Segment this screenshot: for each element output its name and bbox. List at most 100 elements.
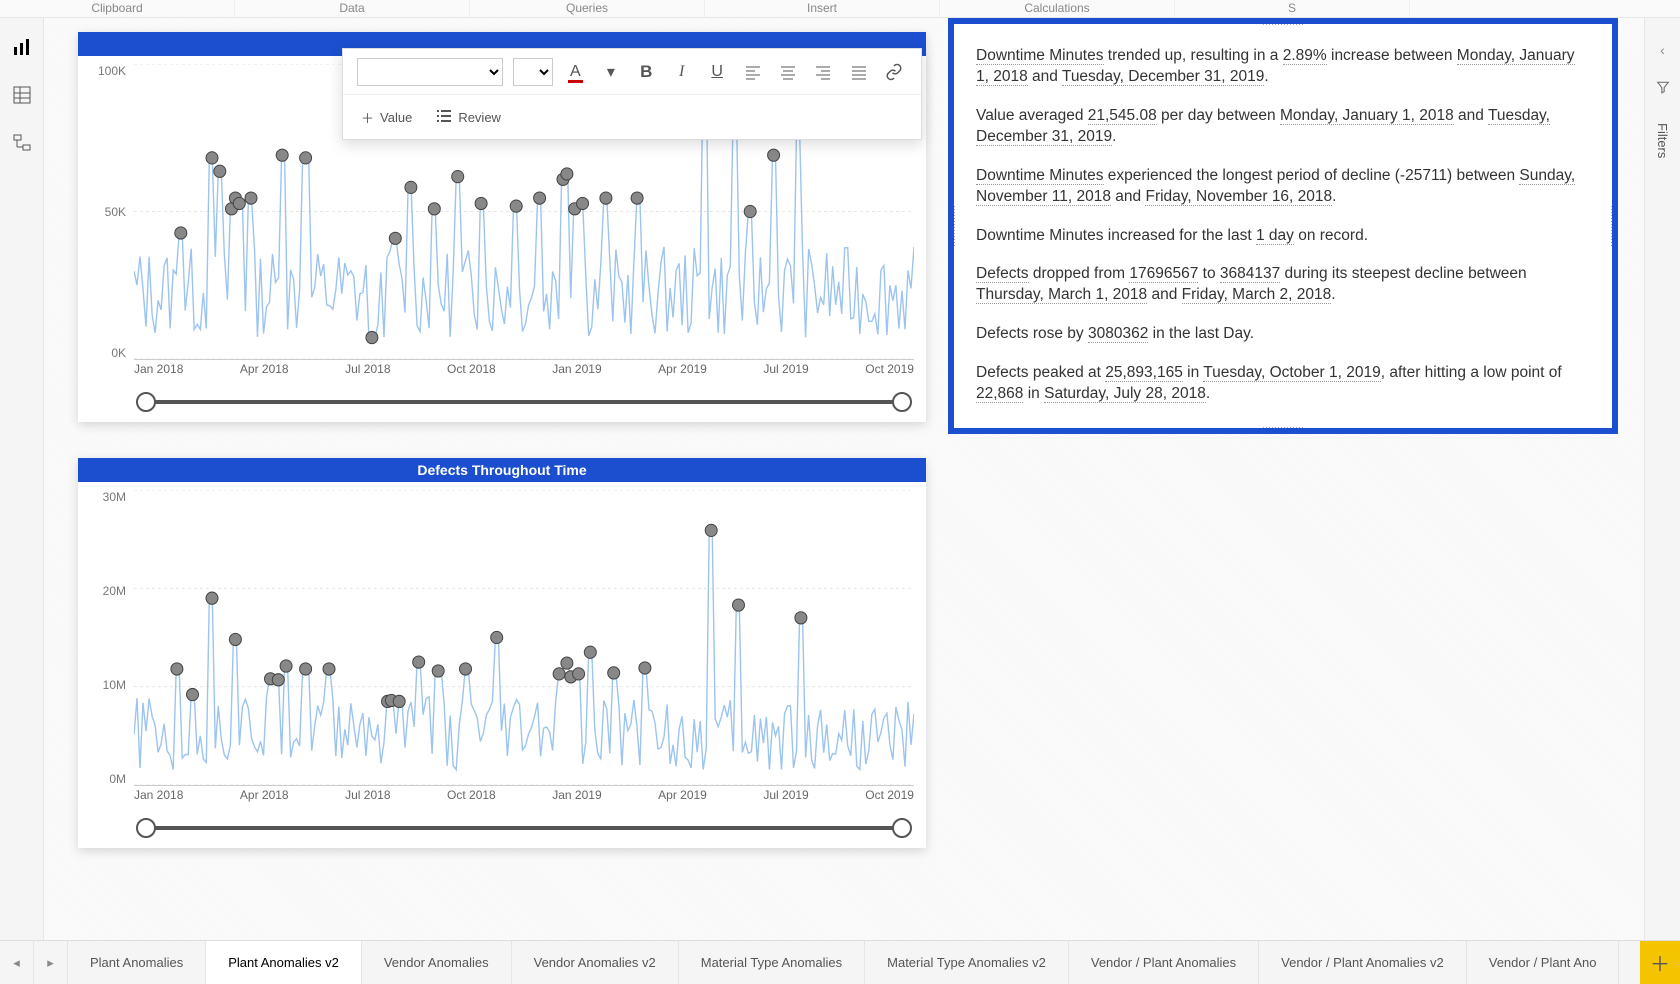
anomaly-marker[interactable] bbox=[272, 674, 284, 686]
x-tick-label: Jan 2018 bbox=[134, 362, 183, 382]
resize-handle-top[interactable] bbox=[1263, 22, 1303, 25]
anomaly-marker[interactable] bbox=[175, 227, 187, 239]
anomaly-marker[interactable] bbox=[405, 181, 417, 193]
page-tab[interactable]: Material Type Anomalies bbox=[679, 941, 865, 984]
range-thumb-start[interactable] bbox=[136, 818, 156, 838]
bold-button[interactable]: B bbox=[634, 58, 659, 86]
review-button[interactable]: Review bbox=[436, 109, 501, 126]
filters-pane-icon[interactable] bbox=[1656, 80, 1670, 97]
time-range-slider[interactable] bbox=[134, 390, 914, 414]
anomaly-marker[interactable] bbox=[534, 192, 546, 204]
anomaly-marker[interactable] bbox=[171, 663, 183, 675]
plot-area[interactable] bbox=[134, 490, 914, 786]
anomaly-marker[interactable] bbox=[323, 663, 335, 675]
narrative-line[interactable]: Downtime Minutes experienced the longest… bbox=[976, 166, 1590, 208]
align-center-button[interactable] bbox=[775, 58, 800, 86]
tab-scroll-right[interactable]: ▸ bbox=[34, 941, 68, 984]
add-page-button[interactable]: ＋ bbox=[1640, 941, 1680, 984]
anomaly-marker[interactable] bbox=[639, 662, 651, 674]
add-value-button[interactable]: ＋Value bbox=[361, 108, 412, 127]
anomaly-marker[interactable] bbox=[214, 165, 226, 177]
page-tab[interactable]: Plant Anomalies v2 bbox=[206, 941, 362, 984]
anomaly-marker[interactable] bbox=[584, 646, 596, 658]
anomaly-marker[interactable] bbox=[795, 612, 807, 624]
align-right-button[interactable] bbox=[811, 58, 836, 86]
anomaly-marker[interactable] bbox=[233, 197, 245, 209]
anomaly-marker[interactable] bbox=[300, 663, 312, 675]
anomaly-marker[interactable] bbox=[276, 149, 288, 161]
anomaly-marker[interactable] bbox=[280, 660, 292, 672]
font-size-select[interactable] bbox=[513, 58, 553, 86]
anomaly-marker[interactable] bbox=[631, 192, 643, 204]
font-color-button[interactable]: A bbox=[563, 58, 588, 86]
anomaly-marker[interactable] bbox=[561, 657, 573, 669]
page-tab[interactable]: Vendor / Plant Ano bbox=[1467, 941, 1620, 984]
anomaly-marker[interactable] bbox=[413, 656, 425, 668]
smart-narrative-visual[interactable]: Downtime Minutes trended up, resulting i… bbox=[948, 18, 1618, 434]
align-justify-button[interactable] bbox=[846, 58, 871, 86]
anomaly-marker[interactable] bbox=[460, 663, 472, 675]
anomaly-marker[interactable] bbox=[608, 667, 620, 679]
report-canvas[interactable]: 100K50K0K Jan 2018Apr 2018Jul 2018Oct 20… bbox=[44, 18, 1644, 940]
anomaly-marker[interactable] bbox=[206, 152, 218, 164]
page-tab[interactable]: Vendor Anomalies bbox=[362, 941, 512, 984]
model-view-icon[interactable] bbox=[11, 132, 33, 154]
page-tab[interactable]: Vendor Anomalies v2 bbox=[512, 941, 679, 984]
anomaly-marker[interactable] bbox=[573, 668, 585, 680]
anomaly-marker[interactable] bbox=[561, 168, 573, 180]
font-family-select[interactable] bbox=[357, 58, 503, 86]
range-thumb-start[interactable] bbox=[136, 392, 156, 412]
anomaly-marker[interactable] bbox=[389, 232, 401, 244]
narrative-line[interactable]: Defects peaked at 25,893,165 in Tuesday,… bbox=[976, 363, 1590, 405]
anomaly-marker[interactable] bbox=[744, 205, 756, 217]
anomaly-marker[interactable] bbox=[768, 149, 780, 161]
tab-scroll-left[interactable]: ◂ bbox=[0, 941, 34, 984]
anomaly-marker[interactable] bbox=[491, 631, 503, 643]
anomaly-marker[interactable] bbox=[393, 695, 405, 707]
data-view-icon[interactable] bbox=[11, 84, 33, 106]
range-thumb-end[interactable] bbox=[892, 818, 912, 838]
x-tick-label: Jul 2018 bbox=[345, 362, 390, 382]
font-color-dropdown-icon[interactable]: ▾ bbox=[598, 58, 623, 86]
anomaly-marker[interactable] bbox=[452, 171, 464, 183]
anomaly-marker[interactable] bbox=[705, 524, 717, 536]
resize-handle-left[interactable] bbox=[952, 206, 955, 246]
resize-handle-bottom[interactable] bbox=[1263, 427, 1303, 430]
anomaly-marker[interactable] bbox=[428, 203, 440, 215]
narrative-line[interactable]: Defects rose by 3080362 in the last Day. bbox=[976, 324, 1590, 345]
anomaly-marker[interactable] bbox=[187, 688, 199, 700]
x-tick-label: Jul 2018 bbox=[345, 788, 390, 808]
anomaly-marker[interactable] bbox=[510, 200, 522, 212]
narrative-line[interactable]: Downtime Minutes trended up, resulting i… bbox=[976, 46, 1590, 88]
range-thumb-end[interactable] bbox=[892, 392, 912, 412]
insert-link-button[interactable] bbox=[882, 58, 907, 86]
narrative-line[interactable]: Value averaged 21,545.08 per day between… bbox=[976, 106, 1590, 148]
italic-button[interactable]: I bbox=[669, 58, 694, 86]
anomaly-marker[interactable] bbox=[245, 192, 257, 204]
narrative-line[interactable]: Downtime Minutes increased for the last … bbox=[976, 226, 1590, 247]
page-tab[interactable]: Vendor / Plant Anomalies bbox=[1069, 941, 1259, 984]
report-view-icon[interactable] bbox=[11, 36, 33, 58]
anomaly-marker[interactable] bbox=[432, 665, 444, 677]
anomaly-marker[interactable] bbox=[553, 668, 565, 680]
page-tab-bar: ◂ ▸ Plant AnomaliesPlant Anomalies v2Ven… bbox=[0, 940, 1680, 984]
anomaly-marker[interactable] bbox=[577, 197, 589, 209]
anomaly-marker[interactable] bbox=[475, 197, 487, 209]
narrative-line[interactable]: Defects dropped from 17696567 to 3684137… bbox=[976, 264, 1590, 306]
underline-button[interactable]: U bbox=[704, 58, 729, 86]
anomaly-marker[interactable] bbox=[229, 633, 241, 645]
anomaly-marker[interactable] bbox=[300, 152, 312, 164]
time-range-slider[interactable] bbox=[134, 816, 914, 840]
anomaly-marker[interactable] bbox=[600, 192, 612, 204]
page-tab[interactable]: Vendor / Plant Anomalies v2 bbox=[1259, 941, 1467, 984]
align-left-button[interactable] bbox=[740, 58, 765, 86]
page-tab[interactable]: Plant Anomalies bbox=[68, 941, 206, 984]
page-tab[interactable]: Material Type Anomalies v2 bbox=[865, 941, 1069, 984]
filters-pane-label[interactable]: Filters bbox=[1655, 123, 1670, 158]
anomaly-marker[interactable] bbox=[366, 331, 378, 343]
anomaly-marker[interactable] bbox=[733, 599, 745, 611]
anomaly-marker[interactable] bbox=[206, 592, 218, 604]
defects-chart-card[interactable]: Defects Throughout Time 30M20M10M0M Jan … bbox=[78, 458, 926, 848]
expand-pane-icon[interactable]: ‹ bbox=[1660, 42, 1665, 58]
resize-handle-right[interactable] bbox=[1611, 206, 1614, 246]
